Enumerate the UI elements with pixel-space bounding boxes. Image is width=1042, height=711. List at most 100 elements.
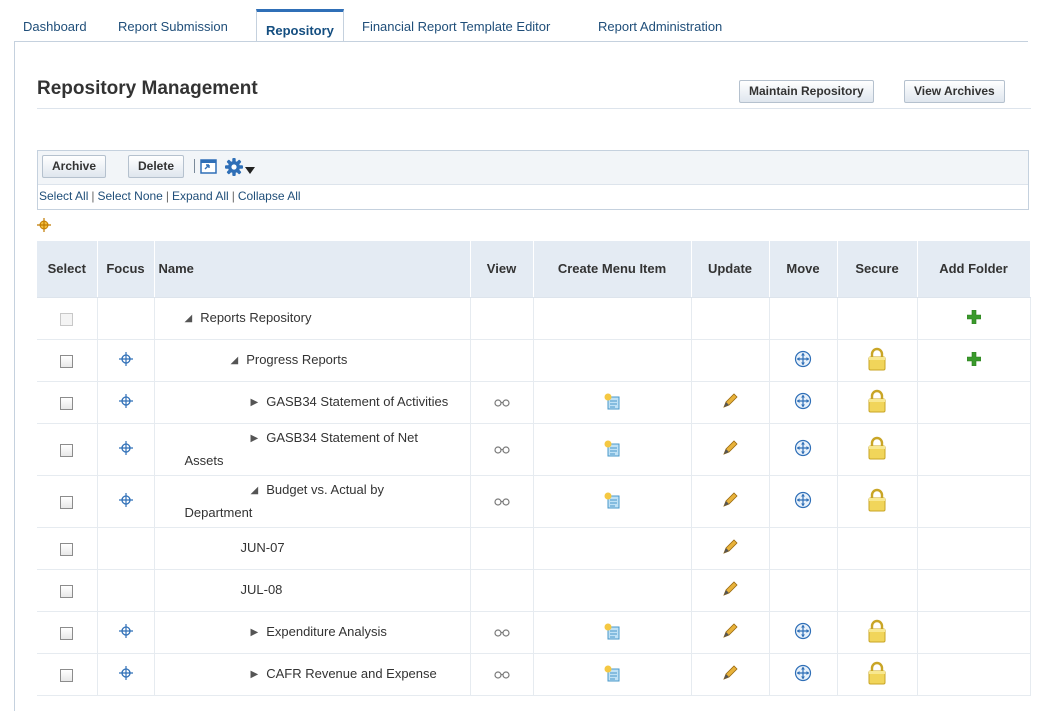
row-select-checkbox[interactable] [60,354,74,368]
focus-cell [97,653,155,696]
collapse-triangle-icon[interactable]: ◢ [185,308,193,330]
table-row: ◢ Progress Reports [37,339,1031,382]
view-icon[interactable] [493,494,510,509]
add-folder-icon[interactable] [966,309,981,327]
lock-icon[interactable] [867,347,887,374]
add-folder-cell [917,527,1031,570]
expand-triangle-icon[interactable]: ▶ [251,622,259,644]
node-label[interactable]: JUL-08 [241,582,283,597]
focus-icon[interactable] [118,665,133,683]
node-label-continued[interactable]: Assets [185,453,224,468]
expand-triangle-icon[interactable]: ▶ [251,428,259,450]
select-cell [37,423,98,476]
expand-triangle-icon[interactable]: ▶ [251,664,259,686]
view-icon[interactable] [493,442,510,457]
name-cell: ▶ Expenditure Analysis [154,611,471,654]
collapse-triangle-icon[interactable]: ◢ [251,480,259,502]
lock-icon[interactable] [867,389,887,416]
expand-all-link[interactable]: Expand All [172,189,229,203]
lock-icon[interactable] [867,488,887,515]
table-row: ▶ GASB34 Statement of Activities [37,381,1031,424]
create-menu-item-icon[interactable] [603,439,621,460]
node-label[interactable]: CAFR Revenue and Expense [266,666,437,681]
focus-icon[interactable] [118,440,133,458]
secure-cell [837,423,918,476]
lock-icon[interactable] [867,619,887,646]
collapse-triangle-icon[interactable]: ◢ [231,350,239,372]
edit-pencil-icon[interactable] [721,439,739,460]
column-header-secure: Secure [837,241,918,298]
edit-pencil-icon[interactable] [721,622,739,643]
move-icon[interactable] [794,622,812,643]
row-select-checkbox[interactable] [60,584,74,598]
focus-icon[interactable] [118,492,133,510]
row-select-checkbox[interactable] [60,396,74,410]
create-menu-item-cell [533,527,692,570]
create-menu-item-icon[interactable] [603,622,621,643]
name-cell: ◢ Progress Reports [154,339,471,382]
edit-pencil-icon[interactable] [721,580,739,601]
focus-icon[interactable] [118,351,133,369]
edit-pencil-icon[interactable] [721,664,739,685]
node-label[interactable]: Budget vs. Actual by [266,482,384,497]
tab-report-submission[interactable]: Report Submission [118,18,228,42]
edit-pencil-icon[interactable] [721,538,739,559]
collapse-all-link[interactable]: Collapse All [238,189,301,203]
add-folder-icon[interactable] [966,351,981,369]
create-menu-item-cell [533,569,692,612]
expand-triangle-icon[interactable]: ▶ [251,392,259,414]
select-none-link[interactable]: Select None [97,189,162,203]
row-select-checkbox[interactable] [60,668,74,682]
move-icon[interactable] [794,664,812,685]
node-label[interactable]: Progress Reports [246,352,347,367]
focus-icon[interactable] [118,623,133,641]
create-menu-item-cell [533,475,692,528]
move-icon[interactable] [794,392,812,413]
move-icon[interactable] [794,491,812,512]
tab-repository[interactable]: Repository [256,9,344,42]
select-cell [37,527,98,570]
node-label[interactable]: JUN-07 [241,540,285,555]
node-label[interactable]: Reports Repository [200,310,311,325]
lock-icon[interactable] [867,661,887,688]
select-all-link[interactable]: Select All [39,189,88,203]
row-select-checkbox[interactable] [60,626,74,640]
dropdown-arrow-icon[interactable] [245,163,255,178]
tab-dashboard[interactable]: Dashboard [23,18,87,42]
maintain-repository-button[interactable]: Maintain Repository [739,80,874,103]
detach-icon[interactable] [200,159,217,177]
node-label[interactable]: GASB34 Statement of Net [266,430,418,445]
move-icon[interactable] [794,350,812,371]
node-label[interactable]: Expenditure Analysis [266,624,387,639]
tab-report-administration[interactable]: Report Administration [598,18,722,42]
focus-cell [97,297,155,340]
row-select-checkbox[interactable] [60,443,74,457]
edit-pencil-icon[interactable] [721,392,739,413]
create-menu-item-icon[interactable] [603,491,621,512]
row-select-checkbox[interactable] [60,495,74,509]
view-icon[interactable] [493,625,510,640]
view-icon[interactable] [493,667,510,682]
row-select-checkbox[interactable] [60,542,74,556]
archive-button[interactable]: Archive [42,155,107,178]
view-icon[interactable] [493,395,510,410]
node-label-continued[interactable]: Department [185,505,253,520]
create-menu-item-cell [533,297,692,340]
move-cell [769,475,838,528]
focus-icon[interactable] [118,393,133,411]
name-cell: ◢ Budget vs. Actual by Department [154,475,471,528]
edit-pencil-icon[interactable] [721,491,739,512]
focus-root-icon[interactable] [37,218,51,235]
table-row: ▶ GASB34 Statement of Net Assets [37,423,1031,476]
update-cell [691,653,770,696]
view-archives-button[interactable]: View Archives [904,80,1005,103]
tab-financial-report-template-editor[interactable]: Financial Report Template Editor [362,18,550,42]
move-icon[interactable] [794,439,812,460]
delete-button[interactable]: Delete [128,155,185,178]
lock-icon[interactable] [867,436,887,463]
focus-cell [97,475,155,528]
gear-icon[interactable] [224,157,244,180]
create-menu-item-icon[interactable] [603,392,621,413]
create-menu-item-icon[interactable] [603,664,621,685]
node-label[interactable]: GASB34 Statement of Activities [266,394,448,409]
